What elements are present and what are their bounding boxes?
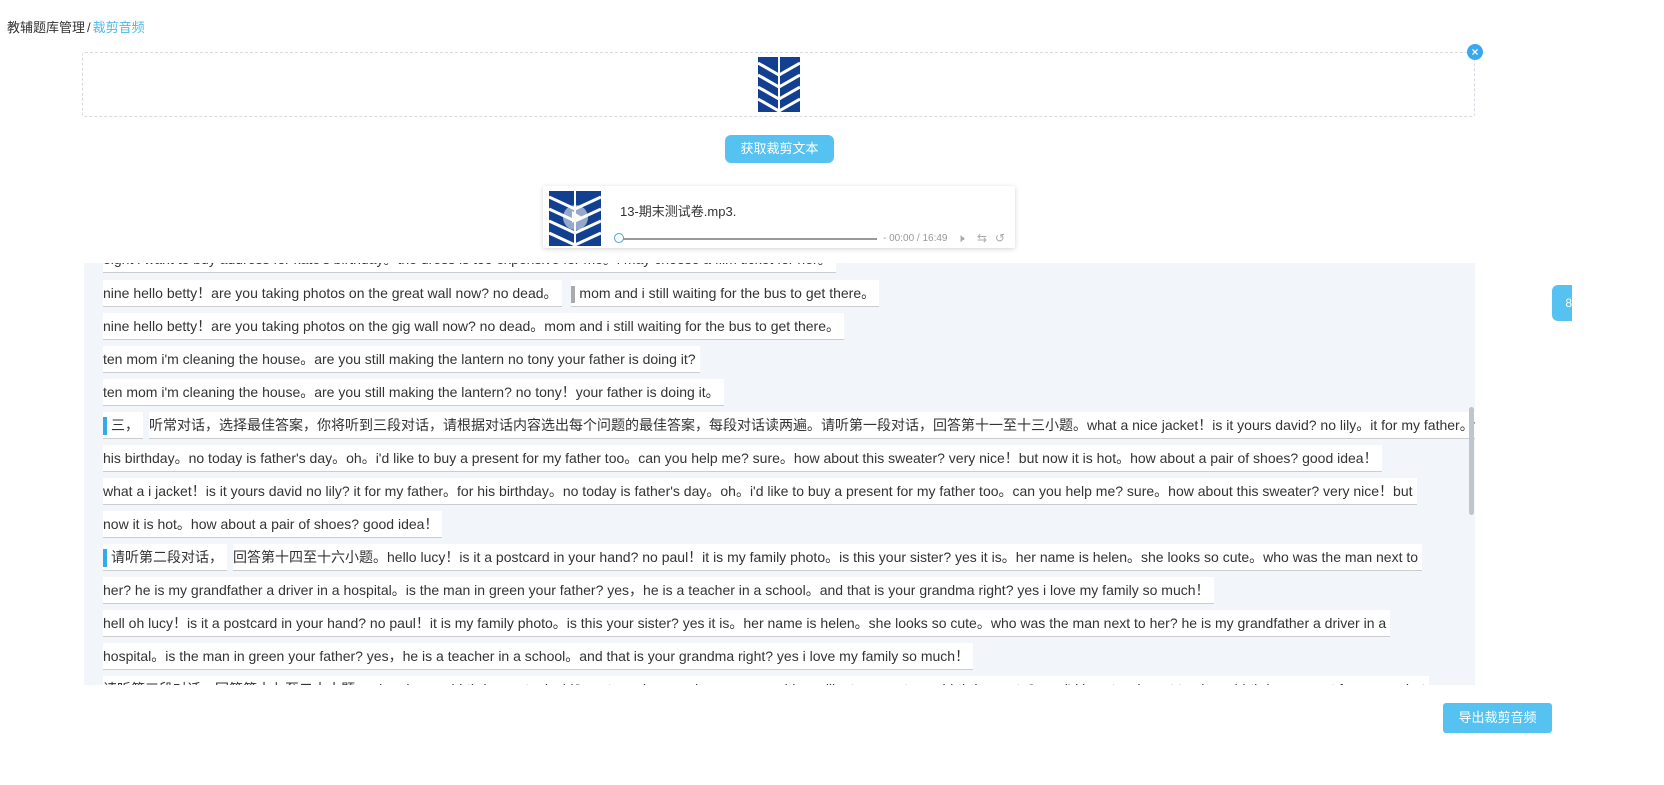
breadcrumb-parent[interactable]: 教辅题库管理 (7, 20, 85, 35)
transcript-segment: 请听第二段对话， 回答第十四至十六小题。hello lucy！is it a po… (103, 544, 1423, 572)
progress-track[interactable] (620, 238, 877, 240)
side-float-tab[interactable]: 8 (1552, 285, 1572, 321)
cut-marker[interactable] (571, 285, 576, 303)
repeat-icon[interactable]: ↺ (995, 231, 1005, 245)
transcript-scrollbar[interactable] (1469, 407, 1474, 515)
audio-player: 13-期末测试卷.mp3. - 00:00 / 16:49 🕨 ⇆ ↺ (543, 186, 1015, 248)
transcript-segment: nine hello betty！are you taking photos o… (103, 280, 880, 307)
transcript-segment[interactable]: now it is hot。how about a pair of shoes?… (103, 511, 443, 538)
time-display: - 00:00 / 16:49 (883, 233, 948, 244)
transcript-segment[interactable]: hospital。is the man in green your father… (103, 643, 974, 670)
transcript-segment[interactable]: her? he is my grandfather a driver in a … (103, 577, 1214, 604)
section-heading[interactable]: 三， (103, 412, 143, 440)
transcript-panel: eight i want to buy address for kate's b… (84, 263, 1475, 685)
section-heading[interactable]: 请听第二段对话， (103, 544, 227, 572)
fetch-cut-text-button[interactable]: 获取裁剪文本 (725, 135, 834, 163)
transcript-segment[interactable]: what a i jacket！is it yours david no lil… (103, 478, 1417, 505)
close-icon[interactable]: × (1467, 44, 1483, 60)
export-cut-audio-button[interactable]: 导出裁剪音频 (1443, 703, 1552, 733)
audio-file-name: 13-期末测试卷.mp3. (620, 204, 737, 219)
transcript-segment: 三， 听常对话，选择最佳答案，你将听到三段对话，请根据对话内容选出每个问题的最佳答… (103, 412, 1475, 440)
cut-marker[interactable] (103, 417, 107, 436)
transcript-segment[interactable]: hell oh lucy！is it a postcard in your ha… (103, 610, 1391, 637)
transcript-segment[interactable]: nine hello betty！are you taking photos o… (103, 313, 844, 340)
progress-handle[interactable] (614, 233, 624, 243)
shuffle-icon[interactable]: ⇆ (977, 231, 987, 245)
brand-logo-icon (758, 57, 800, 112)
transcript-segment[interactable]: his birthday。no today is father's day。oh… (103, 445, 1382, 472)
volume-icon[interactable]: 🕨 (957, 231, 965, 246)
transcript-segment[interactable]: ten mom i'm cleaning the house。are you s… (103, 379, 724, 406)
transcript-segment[interactable]: ten mom i'm cleaning the house。are you s… (103, 346, 700, 373)
cut-marker[interactable] (103, 549, 107, 568)
breadcrumb-current[interactable]: 裁剪音频 (93, 20, 145, 35)
transcript-text[interactable]: mom and i still waiting for the bus to g… (571, 280, 880, 307)
transcript-text[interactable]: nine hello betty！are you taking photos o… (103, 280, 562, 307)
transcript-segment[interactable]: 请听第三段对话，回答第十七至二十小题。when is your birthday… (103, 676, 1430, 685)
breadcrumb-separator: / (87, 20, 91, 35)
breadcrumb: 教辅题库管理 / 裁剪音频 (7, 17, 145, 36)
play-icon[interactable] (563, 205, 588, 230)
transcript-segment[interactable]: eight i want to buy address for kate's b… (103, 263, 836, 273)
